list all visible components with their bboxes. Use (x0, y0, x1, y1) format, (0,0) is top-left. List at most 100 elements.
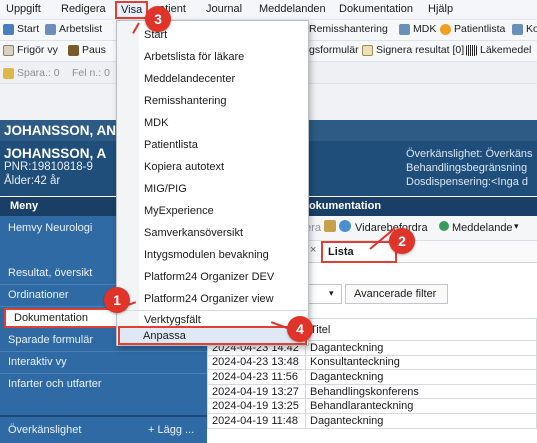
toolbar-lakemedel-label: Läkemedel (480, 44, 532, 56)
menu-divider (119, 310, 307, 311)
fel-counter: Fel n.: 0 (72, 67, 110, 79)
spara-counter: Spara.: 0 (3, 67, 60, 79)
message-button[interactable]: Meddelande (452, 222, 513, 234)
table-row[interactable]: 2024-04-19 13:27 Behandlingskonferens (207, 383, 537, 400)
menu-item-platform24-dev[interactable]: Platform24 Organizer DEV (144, 271, 274, 283)
menu-visa[interactable]: Visa (115, 1, 149, 19)
toolbar-frigor-button[interactable]: Frigör vy (3, 44, 58, 56)
treatment-limit-info[interactable]: Behandlingsbegränsning (406, 162, 527, 174)
row-date: 2024-04-23 13:48 (207, 354, 306, 371)
start-icon (3, 23, 14, 35)
menu-item-anpassa[interactable]: Anpassa (118, 326, 307, 345)
toolbar-arbetslista-label: Arbetslist (59, 23, 103, 35)
menu-dokumentation[interactable]: Dokumentation (339, 3, 413, 15)
patient-age: Ålder:42 år (4, 175, 61, 187)
list-icon (45, 23, 56, 35)
sign-icon (362, 44, 373, 56)
row-title: Behandlingskonferens (305, 383, 537, 400)
toolbar-mdk-label: MDK (413, 23, 437, 35)
table-row[interactable]: 2024-04-23 13:48 Konsultanteckning (207, 354, 537, 371)
add-allergy-button[interactable]: + Lägg ... (148, 424, 194, 436)
person-icon (440, 23, 451, 35)
menu-hjalp[interactable]: Hjälp (428, 3, 453, 15)
nav-divider (0, 351, 207, 352)
row-title: Daganteckning (305, 340, 537, 356)
menu-redigera[interactable]: Redigera (61, 3, 106, 15)
menu-bar: Uppgift Redigera Visa atient Journal Med… (0, 0, 537, 20)
menu-item-arbetslista[interactable]: Arbetslista för läkare (144, 51, 244, 63)
barcode-icon (466, 44, 477, 56)
toolbar-patientlista-label: Patientlista (454, 23, 506, 35)
allergy-info[interactable]: Överkänslighet: Överkäns (406, 148, 533, 160)
toolbar-paus-label: Paus (82, 44, 106, 56)
chevron-down-icon[interactable]: ▾ (514, 221, 519, 232)
menu-item-kopiera-autotext[interactable]: Kopiera autotext (144, 161, 224, 173)
mdk-icon (399, 23, 410, 35)
tab-lista-label: Lista (328, 246, 354, 258)
toolbar-frigor-label: Frigör vy (17, 44, 58, 56)
save-icon (3, 67, 14, 79)
toolbar-formular-button[interactable]: gsformulär (309, 44, 359, 56)
toolbar-paus-button[interactable]: Paus (68, 44, 106, 56)
menu-item-remisshantering[interactable]: Remisshantering (144, 95, 227, 107)
spara-label: Spara.: 0 (17, 67, 60, 79)
toolbar-patientlista-button[interactable]: Patientlista (440, 23, 505, 35)
toolbar-remiss-button[interactable]: Remisshantering (309, 23, 388, 35)
message-icon (439, 221, 449, 231)
dose-dispensing-info[interactable]: Dosdispensering:<Inga d (406, 176, 528, 188)
menu-item-patientlista[interactable]: Patientlista (144, 139, 198, 151)
toolbar-signera-button[interactable]: Signera resultat [0] (362, 44, 464, 56)
tab-lista[interactable]: Lista (321, 241, 397, 263)
menu-item-meddelandecenter[interactable]: Meddelandecenter (144, 73, 235, 85)
table-row[interactable]: 2024-04-23 11:56 Daganteckning (207, 369, 537, 385)
pause-icon (68, 44, 79, 56)
toolbar-lakemedel-button[interactable]: Läkemedel (466, 44, 531, 56)
menu-item-intygsmodulen[interactable]: Intygsmodulen bevakning (144, 249, 269, 261)
patient-pnr: PNR:19810818-9 (4, 161, 93, 173)
menu-item-samverkansoversikt[interactable]: Samverkansöversikt (144, 227, 243, 239)
queue-icon (512, 23, 523, 35)
patient-strip-name: JOHANSSON, AN (4, 123, 117, 138)
toolbar-start-label: Start (17, 23, 40, 35)
menu-item-mdk[interactable]: MDK (144, 117, 168, 129)
visa-dropdown-menu: Start Arbetslista för läkare Meddelandec… (116, 20, 309, 346)
toolbar-formular-label: gsformulär (309, 44, 359, 56)
folder-icon (324, 220, 336, 232)
toolbar-start-button[interactable]: Start (3, 23, 39, 35)
tab-close-icon[interactable]: × (310, 244, 316, 256)
table-row[interactable]: 2024-04-19 13:25 Behandlaranteckning (207, 398, 537, 414)
patient-name: JOHANSSON, A (4, 146, 107, 161)
row-title: Konsultanteckning (305, 354, 537, 371)
toolbar-ko-label: Ko (526, 23, 537, 35)
row-title: Daganteckning (305, 369, 537, 385)
fel-label: Fel n.: 0 (72, 67, 110, 79)
annotation-badge-3: 3 (145, 6, 171, 32)
annotation-badge-2: 2 (389, 228, 415, 254)
annotation-badge-4: 4 (287, 316, 313, 342)
menu-meddelanden[interactable]: Meddelanden (259, 3, 326, 15)
nav-infarter-utfarter[interactable]: Infarter och utfarter (0, 378, 207, 390)
row-date: 2024-04-19 11:48 (207, 412, 306, 429)
nav-divider (0, 415, 207, 417)
toolbar-mdk-button[interactable]: MDK (399, 23, 436, 35)
nav-divider (0, 373, 207, 374)
table-row[interactable]: 2024-04-19 11:48 Daganteckning (207, 412, 537, 429)
toolbar-remiss-label: Remisshantering (309, 23, 388, 35)
toolbar-arbetslista-button[interactable]: Arbetslist (45, 23, 102, 35)
menu-journal[interactable]: Journal (206, 3, 242, 15)
menu-item-anpassa-label: Anpassa (143, 330, 186, 342)
annotation-badge-1: 1 (104, 287, 130, 313)
menu-item-mig-pig[interactable]: MIG/PIG (144, 183, 187, 195)
window-icon (3, 44, 14, 56)
filter-dropdown[interactable]: ▾ (308, 284, 342, 304)
menu-item-verktygsfalt[interactable]: Verktygsfält (144, 314, 201, 326)
forward-icon (339, 220, 351, 232)
menu-item-platform24-view[interactable]: Platform24 Organizer view (144, 293, 274, 305)
menu-uppgift[interactable]: Uppgift (6, 3, 41, 15)
toolbar-ko-button[interactable]: Ko (512, 23, 537, 35)
advanced-filter-button[interactable]: Avancerade filter (345, 284, 448, 304)
nav-interaktiv-vy[interactable]: Interaktiv vy (0, 356, 207, 368)
toolbar-signera-label: Signera resultat [0] (376, 44, 465, 56)
column-header-title[interactable]: Titel (305, 318, 537, 341)
menu-item-myexperience[interactable]: MyExperience (144, 205, 214, 217)
